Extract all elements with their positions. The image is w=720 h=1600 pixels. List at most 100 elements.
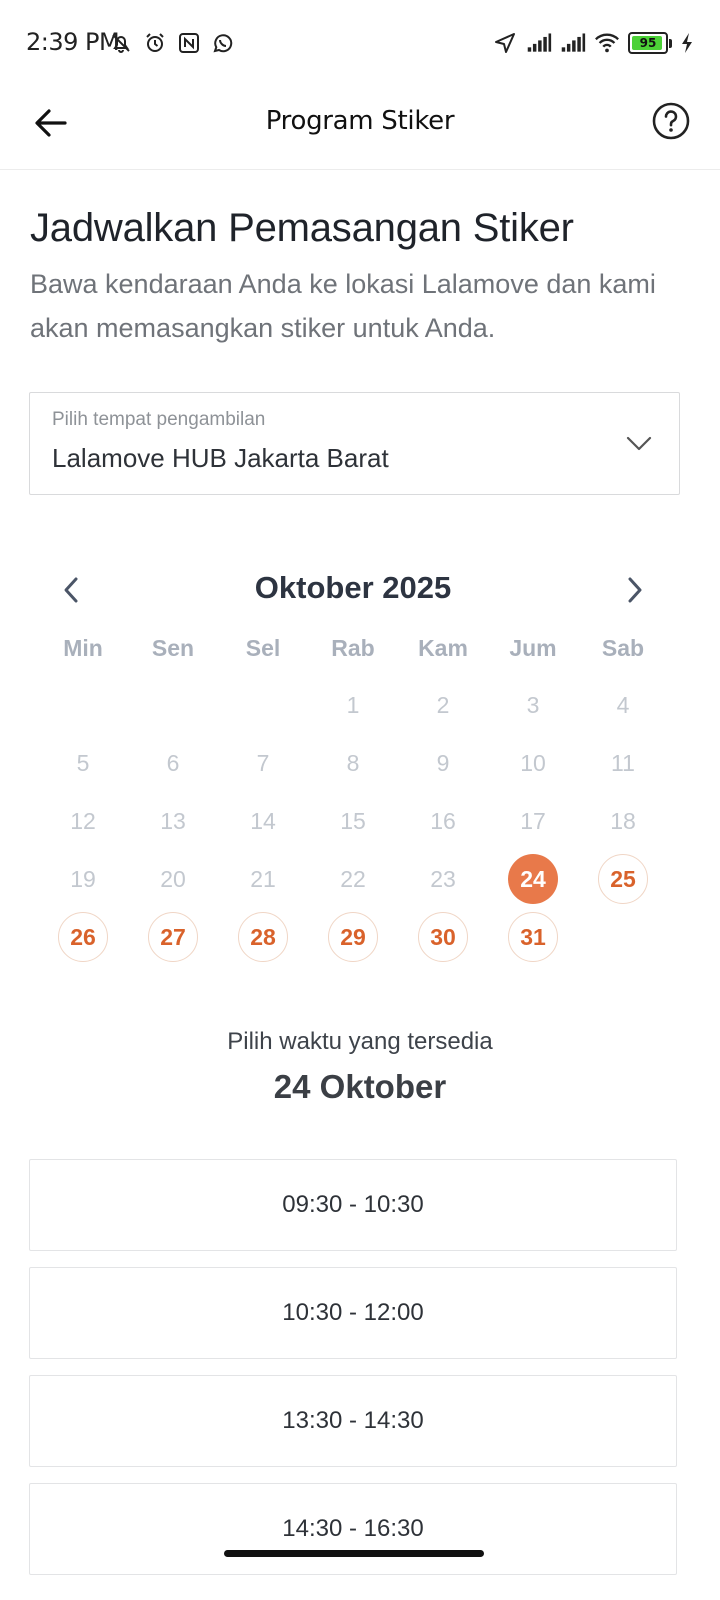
calendar-day-cell: 31 xyxy=(488,908,578,966)
calendar-day-disabled: 11 xyxy=(611,749,635,776)
weekday-label: Sab xyxy=(601,635,645,661)
calendar-day-disabled: 17 xyxy=(520,807,546,834)
calendar-day-disabled: 16 xyxy=(430,807,456,834)
page-description: Bawa kendaraan Anda ke lokasi Lalamove d… xyxy=(30,269,656,343)
calendar-day-cell: 10 xyxy=(488,734,578,792)
status-bar: 2:39 PM 95 xyxy=(0,0,720,84)
calendar-day-available[interactable]: 29 xyxy=(328,912,378,962)
calendar-day-cell: 19 xyxy=(38,850,128,908)
pickup-location-label: Pilih tempat pengambilan xyxy=(52,409,266,430)
alarm-icon xyxy=(142,30,168,56)
time-selection-caption: Pilih waktu yang tersedia xyxy=(227,1028,493,1055)
calendar-day-cell: 22 xyxy=(308,850,398,908)
calendar-day-cell: 7 xyxy=(218,734,308,792)
month-navigation: Oktober 2025 xyxy=(38,560,668,620)
calendar-day-disabled: 22 xyxy=(340,865,366,892)
calendar-day-available[interactable]: 30 xyxy=(418,912,468,962)
chevron-right-icon xyxy=(628,577,642,603)
calendar-day-disabled: 21 xyxy=(250,865,276,892)
calendar-day-disabled: 6 xyxy=(166,749,180,776)
battery-icon: 95 xyxy=(628,32,672,54)
calendar-day-disabled: 1 xyxy=(346,691,360,718)
calendar-day-disabled: 4 xyxy=(616,691,630,718)
calendar-day-available[interactable]: 27 xyxy=(148,912,198,962)
time-slot-button[interactable]: 13:30 - 14:30 xyxy=(29,1375,677,1467)
calendar-day-available[interactable]: 25 xyxy=(598,854,648,904)
calendar-day-cell: 18 xyxy=(578,792,668,850)
page-title: Jadwalkan Pemasangan Stiker xyxy=(30,206,574,250)
calendar-empty-cell xyxy=(38,676,128,734)
calendar-day-disabled: 12 xyxy=(70,807,96,834)
calendar-day-selected[interactable]: 24 xyxy=(508,854,558,904)
calendar-day-disabled: 15 xyxy=(340,807,366,834)
calendar-day-cell: 27 xyxy=(128,908,218,966)
calendar-day-cell: 15 xyxy=(308,792,398,850)
status-icons-right: 95 xyxy=(492,30,694,56)
time-slot-button[interactable]: 09:30 - 10:30 xyxy=(29,1159,677,1251)
calendar-day-disabled: 23 xyxy=(430,865,456,892)
calendar-day-cell: 12 xyxy=(38,792,128,850)
calendar-day-cell: 16 xyxy=(398,792,488,850)
selected-date-label: 24 Oktober xyxy=(273,1068,447,1105)
calendar: Oktober 2025 Min Sen Sel Rab Kam Jum Sab… xyxy=(38,560,668,966)
calendar-day-cell: 29 xyxy=(308,908,398,966)
charging-icon xyxy=(680,30,694,56)
calendar-day-disabled: 13 xyxy=(160,807,186,834)
calendar-day-available[interactable]: 31 xyxy=(508,912,558,962)
calendar-empty-cell xyxy=(218,676,308,734)
calendar-day-available[interactable]: 28 xyxy=(238,912,288,962)
calendar-day-cell: 25 xyxy=(578,850,668,908)
calendar-day-cell: 21 xyxy=(218,850,308,908)
calendar-empty-cell xyxy=(128,676,218,734)
calendar-day-cell: 24 xyxy=(488,850,578,908)
wifi-icon xyxy=(594,30,620,56)
calendar-day-disabled: 9 xyxy=(436,749,450,776)
calendar-day-disabled: 8 xyxy=(346,749,360,776)
status-time: 2:39 PM xyxy=(26,28,120,56)
whatsapp-icon xyxy=(210,30,236,56)
calendar-day-disabled: 5 xyxy=(76,749,90,776)
app-header: Program Stiker xyxy=(0,84,720,170)
pickup-location-value: Lalamove HUB Jakarta Barat xyxy=(52,443,389,473)
calendar-day-cell: 5 xyxy=(38,734,128,792)
calendar-day-cell: 17 xyxy=(488,792,578,850)
pickup-location-select[interactable]: Pilih tempat pengambilan Lalamove HUB Ja… xyxy=(29,392,680,495)
calendar-day-cell: 11 xyxy=(578,734,668,792)
weekday-label: Kam xyxy=(418,635,468,661)
calendar-day-disabled: 20 xyxy=(160,865,186,892)
calendar-day-disabled: 10 xyxy=(520,749,546,776)
calendar-day-disabled: 18 xyxy=(610,807,636,834)
calendar-day-cell: 3 xyxy=(488,676,578,734)
time-slot-button[interactable]: 14:30 - 16:30 xyxy=(29,1483,677,1575)
calendar-day-disabled: 3 xyxy=(526,691,540,718)
weekday-header-row: Min Sen Sel Rab Kam Jum Sab xyxy=(38,624,668,672)
time-slot-button[interactable]: 10:30 - 12:00 xyxy=(29,1267,677,1359)
calendar-day-cell: 9 xyxy=(398,734,488,792)
nfc-icon xyxy=(176,30,202,56)
signal-icon xyxy=(560,30,586,56)
calendar-day-cell: 2 xyxy=(398,676,488,734)
mute-bell-icon xyxy=(108,30,134,56)
next-month-button[interactable] xyxy=(620,572,650,608)
calendar-day-cell: 4 xyxy=(578,676,668,734)
calendar-day-cell: 28 xyxy=(218,908,308,966)
page-header-title: Program Stiker xyxy=(265,106,455,136)
help-button[interactable] xyxy=(648,98,694,144)
calendar-day-disabled: 19 xyxy=(70,865,96,892)
calendar-day-cell: 26 xyxy=(38,908,128,966)
weekday-label: Jum xyxy=(509,635,557,661)
weekday-label: Sen xyxy=(151,635,195,661)
battery-label: 95 xyxy=(639,36,657,50)
location-arrow-icon xyxy=(492,30,518,56)
calendar-day-cell: 14 xyxy=(218,792,308,850)
home-indicator xyxy=(224,1550,484,1557)
weekday-label: Sel xyxy=(245,635,281,661)
calendar-day-available[interactable]: 26 xyxy=(58,912,108,962)
calendar-day-cell: 1 xyxy=(308,676,398,734)
weekday-label: Rab xyxy=(331,635,375,661)
calendar-day-cell: 6 xyxy=(128,734,218,792)
calendar-day-disabled: 14 xyxy=(250,807,276,834)
calendar-day-cell: 13 xyxy=(128,792,218,850)
chevron-down-icon xyxy=(626,436,652,451)
calendar-day-cell: 23 xyxy=(398,850,488,908)
